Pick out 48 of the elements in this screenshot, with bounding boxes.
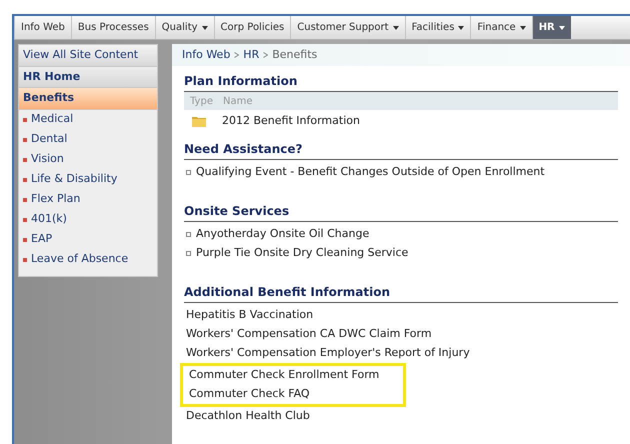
sidebar-link[interactable]: 401(k)	[31, 211, 67, 228]
sidebar-link[interactable]: Life & Disability	[31, 171, 118, 188]
breadcrumb-link[interactable]: HR	[243, 46, 260, 64]
bullet-icon	[23, 158, 27, 162]
sidebar-link[interactable]: EAP	[31, 231, 52, 248]
sidebar-link[interactable]: Flex Plan	[31, 191, 80, 208]
bullet-icon	[186, 170, 191, 175]
bullet-icon	[23, 218, 27, 222]
document-link[interactable]: Workers' Compensation CA DWC Claim Form	[186, 326, 432, 343]
section-heading: Additional Benefit Information	[184, 283, 618, 303]
bullet-icon	[23, 138, 27, 142]
nav-tab[interactable]: Facilities	[404, 16, 470, 39]
bullet-icon	[23, 118, 27, 122]
sidebar-item[interactable]: HR Home	[19, 66, 157, 88]
bullet-icon	[23, 178, 27, 182]
document-link[interactable]: Qualifying Event - Benefit Changes Outside of Open Enrollment	[196, 164, 545, 181]
document-link[interactable]: Anyotherday Onsite Oil Change	[196, 226, 370, 243]
section-heading: Need Assistance?	[184, 140, 618, 160]
document-link[interactable]: Decathlon Health Club	[186, 408, 310, 425]
folder-icon	[192, 116, 206, 126]
document-link[interactable]: Workers' Compensation Employer's Report of Injury	[186, 345, 470, 362]
document-link[interactable]: Purple Tie Onsite Dry Cleaning Service	[196, 245, 408, 262]
nav-tab[interactable]: Quality	[154, 16, 214, 39]
chevron-icon	[234, 52, 240, 58]
breadcrumb-link[interactable]: Benefits	[272, 46, 318, 64]
document-link[interactable]: Hepatitis B Vaccination	[186, 307, 314, 324]
nav-tab[interactable]: HR	[532, 16, 571, 39]
document-link[interactable]: Commuter Check FAQ	[189, 386, 310, 403]
folder-link[interactable]: 2012 Benefit Information	[222, 112, 360, 130]
document-link[interactable]: Commuter Check Enrollment Form	[189, 367, 380, 384]
bullet-icon	[186, 232, 191, 237]
nav-tab[interactable]: Info Web	[14, 16, 71, 39]
sidebar-link[interactable]: Vision	[31, 151, 64, 168]
sidebar-item[interactable]: Benefits	[19, 88, 157, 110]
bullet-icon	[23, 198, 27, 202]
bullet-icon	[23, 258, 27, 262]
breadcrumb-link[interactable]: Info Web	[182, 46, 230, 64]
bullet-icon	[23, 238, 27, 242]
nav-tab[interactable]: Bus Processes	[70, 16, 155, 39]
sidebar-link[interactable]: Leave of Absence	[31, 251, 128, 268]
bullet-icon	[186, 251, 191, 256]
sidebar-link[interactable]: View All Site Content	[19, 45, 157, 66]
sidebar-link[interactable]: Medical	[31, 111, 74, 128]
nav-tab[interactable]: Corp Policies	[214, 16, 290, 39]
chevron-icon	[263, 52, 268, 58]
section-heading: Onsite Services	[184, 202, 618, 222]
sidebar-link[interactable]: Dental	[31, 131, 68, 148]
nav-tab[interactable]: Customer Support	[290, 16, 405, 39]
